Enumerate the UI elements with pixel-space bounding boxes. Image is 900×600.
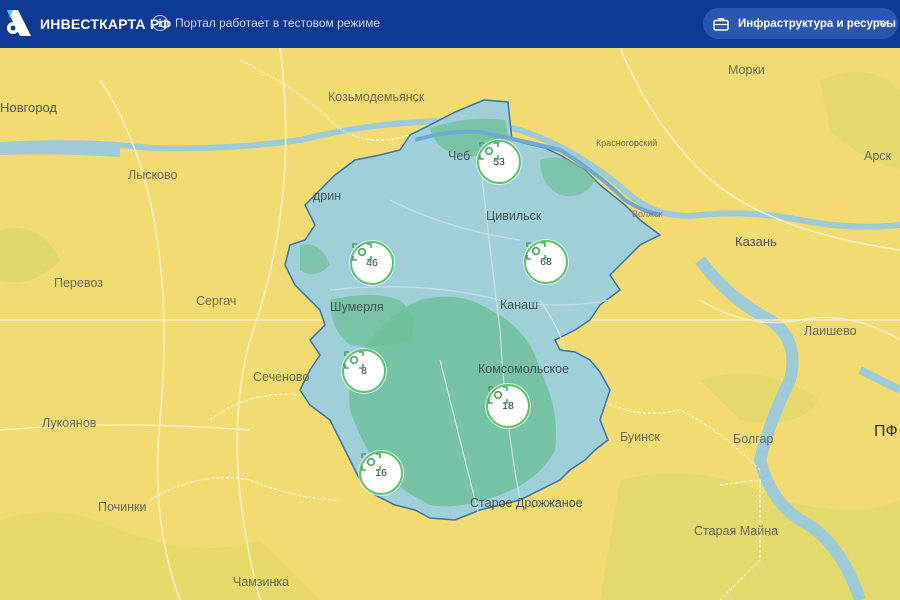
label-bolgar: Болгар — [733, 432, 774, 446]
label-kazan: Казань — [735, 234, 777, 249]
label-lukoyanov: Лукоянов — [42, 416, 97, 430]
test-mode-notice: i Портал работает в тестовом режиме — [152, 15, 380, 31]
map-marker[interactable]: 16 — [359, 451, 403, 495]
label-arsk: Арск — [864, 149, 892, 163]
map-marker[interactable]: 18 — [486, 384, 530, 428]
label-kanash: Канаш — [500, 298, 539, 312]
map-marker[interactable]: 8 — [342, 349, 386, 393]
label-pf: ПФ — [874, 423, 898, 440]
label-chamzinka: Чамзинка — [233, 575, 290, 589]
map-marker[interactable]: 46 — [350, 241, 394, 285]
label-komsomolskoe: Комсомольское — [478, 362, 570, 376]
label-alatyr: дрин — [313, 189, 342, 203]
focus-frame-icon — [344, 351, 364, 369]
label-laishevo: Лаишево — [804, 324, 857, 338]
label-morki: Морки — [728, 63, 765, 77]
label-kozmodemyansk: Козьмодемьянск — [328, 90, 425, 104]
label-cheboksary: Чеб — [448, 149, 471, 163]
info-icon: i — [152, 15, 168, 31]
label-staroe-drozhzhanoe: Старое Дрожжаное — [470, 496, 583, 510]
investkarta-logo-icon[interactable] — [4, 6, 34, 42]
label-lyskovo: Лысково — [128, 168, 178, 182]
map-marker[interactable]: 53 — [477, 140, 521, 184]
label-staraya-maina: Старая Майна — [694, 524, 779, 538]
focus-frame-icon — [488, 386, 508, 404]
chevron-down-icon — [878, 19, 890, 27]
focus-frame-icon — [352, 243, 372, 261]
label-sechenovo: Сеченово — [253, 370, 310, 384]
map-background — [0, 48, 900, 600]
label-pochinki: Починки — [98, 500, 147, 514]
map-canvas[interactable]: Новгород Козьмодемьянск Морки Красногорс… — [0, 48, 900, 600]
label-buinsk: Буинск — [620, 430, 660, 444]
test-mode-text: Портал работает в тестовом режиме — [175, 16, 380, 30]
label-sergach: Сергач — [196, 294, 237, 308]
layer-dropdown[interactable]: Инфраструктура и ресурсы — [703, 8, 898, 39]
briefcase-icon — [713, 17, 729, 31]
label-shumerlya: Шумерля — [330, 300, 384, 314]
focus-frame-icon — [479, 142, 499, 160]
label-perevoz: Перевоз — [54, 276, 103, 290]
focus-frame-icon — [361, 453, 381, 471]
label-krasnogorsky: Красногорский — [596, 138, 658, 148]
top-bar: ИНВЕСТКАРТА РФ i Портал работает в тесто… — [0, 0, 900, 48]
map-marker[interactable]: 68 — [524, 240, 568, 284]
label-novgorod: Новгород — [0, 100, 57, 115]
label-tsivilsk: Цивильск — [486, 209, 542, 223]
layer-dropdown-label: Инфраструктура и ресурсы — [738, 17, 896, 30]
label-volzhsk: Волжск — [632, 209, 663, 219]
focus-frame-icon — [526, 242, 546, 260]
